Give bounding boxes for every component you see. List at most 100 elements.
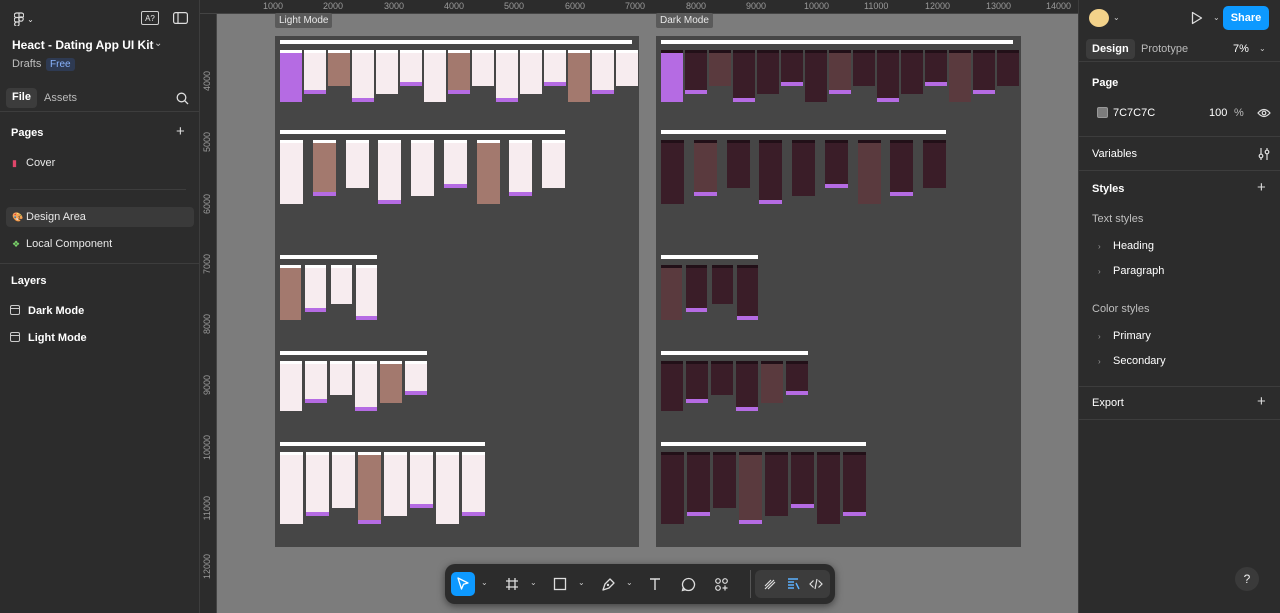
color-style-secondary[interactable]: › Secondary	[1098, 355, 1166, 367]
comment-tool-button[interactable]	[676, 572, 700, 596]
page-item-cover[interactable]: ▮ Cover	[6, 153, 194, 173]
pen-tool-button[interactable]	[596, 572, 620, 596]
help-button[interactable]: ?	[1235, 567, 1259, 591]
screen-thumbnail[interactable]	[280, 140, 303, 204]
screen-thumbnail[interactable]	[405, 361, 427, 395]
screen-thumbnail[interactable]	[686, 361, 708, 403]
tab-file[interactable]: File	[6, 88, 37, 108]
screen-thumbnail[interactable]	[829, 50, 851, 94]
screen-thumbnail[interactable]	[853, 50, 875, 86]
screen-thumbnail[interactable]	[736, 361, 758, 411]
frame-tool-button[interactable]	[500, 572, 524, 596]
file-title[interactable]: Heact - Dating App UI Kit	[12, 38, 154, 52]
move-tool-button[interactable]	[451, 572, 475, 596]
screen-thumbnail[interactable]	[857, 140, 881, 204]
screen-thumbnail[interactable]	[661, 265, 682, 320]
screen-thumbnail[interactable]	[713, 452, 736, 508]
frame-label-dark-mode[interactable]: Dark Mode	[656, 13, 713, 28]
screen-thumbnail[interactable]	[328, 50, 350, 86]
canvas[interactable]: 1000 2000 3000 4000 5000 6000 7000 8000 …	[200, 0, 1078, 613]
text-style-paragraph[interactable]: › Paragraph	[1098, 265, 1164, 277]
screen-thumbnail[interactable]	[378, 140, 402, 204]
dark-mode-frame[interactable]	[656, 36, 1021, 547]
screen-thumbnail[interactable]	[411, 140, 434, 196]
screen-thumbnail[interactable]	[280, 265, 301, 320]
add-style-icon[interactable]: +	[1257, 180, 1266, 195]
screen-thumbnail[interactable]	[791, 452, 814, 508]
present-button[interactable]	[1189, 10, 1205, 26]
actions-tool-button[interactable]	[709, 572, 733, 596]
screen-thumbnail[interactable]	[923, 140, 946, 188]
screen-thumbnail[interactable]	[509, 140, 533, 196]
screen-thumbnail[interactable]	[544, 50, 566, 86]
screen-thumbnail[interactable]	[306, 452, 329, 516]
page-item-local-component[interactable]: ❖ Local Component	[6, 234, 194, 254]
screen-thumbnail[interactable]	[352, 50, 374, 102]
screen-thumbnail[interactable]	[843, 452, 866, 516]
screen-thumbnail[interactable]	[280, 361, 302, 411]
add-page-icon[interactable]: +	[176, 124, 185, 139]
screen-thumbnail[interactable]	[877, 50, 899, 102]
page-opacity[interactable]: 100	[1209, 107, 1227, 119]
screen-thumbnail[interactable]	[805, 50, 827, 102]
screen-thumbnail[interactable]	[305, 265, 327, 312]
screen-thumbnail[interactable]	[817, 452, 840, 524]
screen-thumbnail[interactable]	[496, 50, 518, 102]
screen-thumbnail[interactable]	[757, 50, 779, 94]
screen-thumbnail[interactable]	[520, 50, 542, 94]
screen-thumbnail[interactable]	[542, 140, 565, 188]
screen-thumbnail[interactable]	[737, 265, 758, 320]
screen-thumbnail[interactable]	[786, 361, 808, 395]
design-mode-button[interactable]	[781, 572, 805, 596]
add-export-icon[interactable]: +	[1257, 394, 1266, 409]
chevron-down-icon[interactable]: ⌄	[1259, 44, 1266, 53]
variables-icon[interactable]	[1258, 147, 1270, 161]
shape-tool-button[interactable]	[548, 572, 572, 596]
chevron-down-icon[interactable]: ⌄	[530, 578, 537, 587]
screen-thumbnail[interactable]	[901, 50, 923, 94]
screen-thumbnail[interactable]	[380, 361, 402, 403]
screen-thumbnail[interactable]	[330, 265, 352, 304]
zoom-level[interactable]: 7%	[1233, 43, 1249, 55]
screen-thumbnail[interactable]	[280, 50, 302, 102]
draw-mode-button[interactable]	[758, 572, 782, 596]
screen-thumbnail[interactable]	[765, 452, 788, 516]
screen-thumbnail[interactable]	[280, 452, 303, 524]
screen-thumbnail[interactable]	[330, 361, 352, 395]
layer-light-mode[interactable]: Light Mode	[10, 332, 87, 344]
screen-thumbnail[interactable]	[568, 50, 590, 102]
screen-thumbnail[interactable]	[824, 140, 848, 188]
screen-thumbnail[interactable]	[376, 50, 398, 94]
page-color-swatch[interactable]	[1097, 107, 1108, 118]
screen-thumbnail[interactable]	[739, 452, 762, 524]
page-color-hex[interactable]: 7C7C7C	[1113, 107, 1155, 119]
tab-assets[interactable]: Assets	[44, 92, 77, 104]
screen-thumbnail[interactable]	[709, 50, 731, 86]
share-button[interactable]: Share	[1223, 6, 1269, 30]
screen-thumbnail[interactable]	[685, 50, 707, 94]
screen-thumbnail[interactable]	[925, 50, 947, 86]
color-style-primary[interactable]: › Primary	[1098, 330, 1151, 342]
tab-prototype[interactable]: Prototype	[1141, 43, 1188, 55]
search-icon[interactable]	[175, 91, 189, 105]
light-mode-frame[interactable]	[275, 36, 639, 547]
screen-thumbnail[interactable]	[384, 452, 407, 516]
chevron-down-icon[interactable]: ⌄	[1213, 13, 1220, 22]
screen-thumbnail[interactable]	[476, 140, 500, 204]
chevron-down-icon[interactable]: ⌄	[481, 578, 488, 587]
screen-thumbnail[interactable]	[462, 452, 485, 516]
page-item-design-area[interactable]: 🎨 Design Area	[6, 207, 194, 227]
screen-thumbnail[interactable]	[890, 140, 914, 196]
eye-icon[interactable]	[1257, 107, 1271, 119]
screen-thumbnail[interactable]	[443, 140, 467, 188]
screen-thumbnail[interactable]	[949, 50, 971, 102]
screen-thumbnail[interactable]	[436, 452, 459, 524]
screen-thumbnail[interactable]	[400, 50, 422, 86]
screen-thumbnail[interactable]	[792, 140, 815, 196]
avatar[interactable]	[1089, 9, 1109, 27]
screen-thumbnail[interactable]	[759, 140, 783, 204]
screen-thumbnail[interactable]	[733, 50, 755, 102]
screen-thumbnail[interactable]	[424, 50, 446, 102]
screen-thumbnail[interactable]	[661, 140, 684, 204]
screen-thumbnail[interactable]	[687, 452, 710, 516]
